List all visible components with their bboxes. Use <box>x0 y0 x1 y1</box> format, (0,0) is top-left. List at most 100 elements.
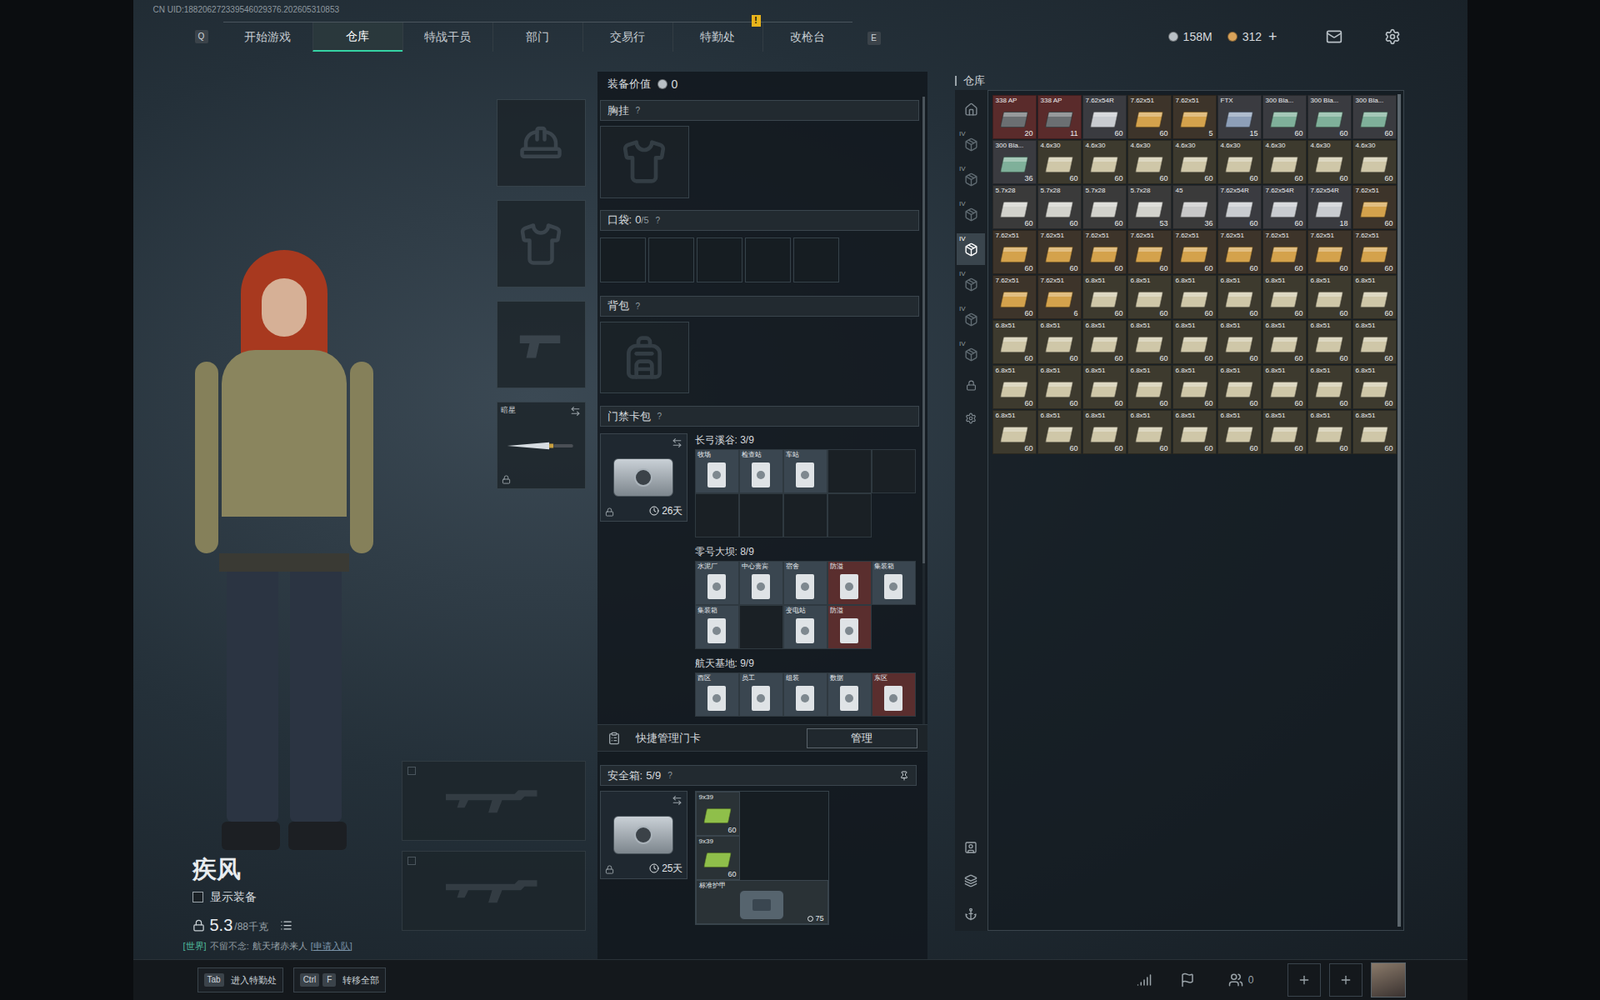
warehouse-item[interactable]: 7.62x5160 <box>1172 230 1217 275</box>
invite-slot[interactable] <box>1287 963 1321 997</box>
warehouse-item[interactable]: 4.6x3060 <box>1217 140 1262 185</box>
warehouse-scrollbar[interactable] <box>1397 94 1401 927</box>
warehouse-item[interactable]: 6.8x5160 <box>1307 365 1352 410</box>
warehouse-item[interactable]: 6.8x5160 <box>1352 320 1397 365</box>
join-team-link[interactable]: [申请入队] <box>310 939 353 954</box>
keycard-slot[interactable]: 数据 <box>827 672 872 717</box>
nav-tab[interactable]: 特战干员 <box>402 22 493 52</box>
warehouse-item[interactable]: 300 Bla...60 <box>1262 95 1307 140</box>
warehouse-item[interactable]: 6.8x5160 <box>1262 320 1307 365</box>
helmet-slot[interactable] <box>496 99 586 187</box>
nav-tab[interactable]: 交易行 <box>582 22 673 52</box>
warehouse-item[interactable]: 300 Bla...60 <box>1307 95 1352 140</box>
warehouse-item[interactable]: 4.6x3060 <box>1352 140 1397 185</box>
show-equipment-checkbox[interactable]: 显示装备 <box>183 888 402 906</box>
weight-details-icon[interactable] <box>280 919 293 932</box>
safe-armor-item[interactable]: 标准护甲75 <box>695 880 829 925</box>
pocket-slot[interactable] <box>696 237 743 283</box>
warehouse-item[interactable]: 6.8x5160 <box>1127 320 1172 365</box>
pistol-slot[interactable] <box>496 300 586 389</box>
melee-slot[interactable]: 暗星 <box>496 401 586 490</box>
stats-icon[interactable] <box>1136 972 1152 988</box>
warehouse-item[interactable]: 5.7x2860 <box>992 185 1037 230</box>
warehouse-item[interactable]: 6.8x5160 <box>1217 410 1262 455</box>
warehouse-item[interactable]: 7.62x54R18 <box>1307 185 1352 230</box>
loadout-scrollbar[interactable] <box>922 96 925 725</box>
warehouse-item[interactable]: 7.62x5160 <box>1127 230 1172 275</box>
warehouse-item[interactable]: 4.6x3060 <box>1127 140 1172 185</box>
warehouse-item[interactable]: 7.62x5160 <box>1127 95 1172 140</box>
pin-icon[interactable] <box>899 770 910 781</box>
pocket-slot[interactable] <box>648 237 695 283</box>
warehouse-tab[interactable] <box>956 93 985 125</box>
warehouse-item[interactable]: 300 Bla...60 <box>1352 95 1397 140</box>
warehouse-tab[interactable]: IV <box>956 233 985 265</box>
warehouse-item[interactable]: 6.8x5160 <box>1127 410 1172 455</box>
safe-ammo-item[interactable]: 9x3960 <box>695 791 740 836</box>
warehouse-item[interactable]: 7.62x54R60 <box>1217 185 1262 230</box>
pocket-slot[interactable] <box>745 237 791 283</box>
swap-icon[interactable] <box>570 405 581 417</box>
warehouse-item[interactable]: 6.8x5160 <box>992 365 1037 410</box>
warehouse-item[interactable]: 6.8x5160 <box>1217 275 1262 320</box>
warehouse-tab[interactable]: IV <box>956 198 985 230</box>
pocket-slot[interactable] <box>793 237 840 283</box>
warehouse-item[interactable]: 7.62x5160 <box>1352 230 1397 275</box>
keycard-slot[interactable] <box>783 493 828 538</box>
warehouse-item[interactable]: 6.8x5160 <box>1307 410 1352 455</box>
keycard-slot[interactable]: 防溢 <box>827 560 872 605</box>
keycard-slot[interactable] <box>827 449 872 494</box>
keycard-slot[interactable]: 组装 <box>783 672 828 717</box>
warehouse-item[interactable]: 5.7x2860 <box>1037 185 1082 230</box>
anchor-icon[interactable] <box>964 907 978 921</box>
safe-ammo-item[interactable]: 9x3960 <box>695 835 740 880</box>
warehouse-item[interactable]: 6.8x5160 <box>1172 275 1217 320</box>
warehouse-item[interactable]: 6.8x5160 <box>1262 410 1307 455</box>
warehouse-item[interactable]: 338 AP20 <box>992 95 1037 140</box>
backpack-slot[interactable] <box>600 321 690 395</box>
key-hint[interactable]: Tab进入特勤处 <box>197 967 284 993</box>
warehouse-item[interactable]: 5.7x2853 <box>1127 185 1172 230</box>
warehouse-item[interactable]: 6.8x5160 <box>1037 365 1082 410</box>
keycard-slot[interactable] <box>827 493 872 538</box>
warehouse-item[interactable]: 7.62x5160 <box>1352 185 1397 230</box>
warehouse-item[interactable]: 338 AP11 <box>1037 95 1082 140</box>
warehouse-item[interactable]: 300 Bla...36 <box>992 140 1037 185</box>
warehouse-item[interactable]: 4536 <box>1172 185 1217 230</box>
warehouse-item[interactable]: 7.62x5160 <box>1082 230 1127 275</box>
checkbox-box[interactable] <box>192 891 204 903</box>
warehouse-item[interactable]: 4.6x3060 <box>1082 140 1127 185</box>
flag-icon[interactable] <box>1180 972 1195 988</box>
keycard-slot[interactable]: 西区 <box>695 672 740 717</box>
warehouse-item[interactable]: 6.8x5160 <box>1037 320 1082 365</box>
keycard-slot[interactable]: 检查站 <box>739 449 784 494</box>
key-hint[interactable]: CtrlF转移全部 <box>293 967 387 993</box>
warehouse-tab[interactable]: IV <box>956 268 985 300</box>
player-avatar[interactable] <box>1370 962 1406 998</box>
warehouse-item[interactable]: 7.62x54R60 <box>1082 95 1127 140</box>
keycard-slot[interactable]: 防溢 <box>827 605 872 650</box>
warehouse-item[interactable]: 6.8x5160 <box>1172 320 1217 365</box>
keycard-slot[interactable]: 集装箱 <box>871 560 916 605</box>
keycard-slot[interactable] <box>739 605 784 650</box>
warehouse-item[interactable]: 6.8x5160 <box>1352 365 1397 410</box>
warehouse-settings-icon[interactable] <box>965 412 977 425</box>
warehouse-item[interactable]: 6.8x5160 <box>1172 410 1217 455</box>
warehouse-item[interactable]: 6.8x5160 <box>1082 320 1127 365</box>
nav-tab[interactable]: 部门 <box>492 22 583 52</box>
warehouse-item[interactable]: 7.62x54R60 <box>1262 185 1307 230</box>
warehouse-item[interactable]: 7.62x5160 <box>1307 230 1352 275</box>
warehouse-item[interactable]: 7.62x5160 <box>992 230 1037 275</box>
operator-storage-icon[interactable] <box>964 840 978 855</box>
warehouse-tab[interactable]: IV <box>956 163 985 195</box>
help-icon[interactable]: ? <box>657 410 663 423</box>
nav-tab[interactable]: 开始游戏 <box>223 22 313 52</box>
warehouse-item[interactable]: 6.8x5160 <box>1262 365 1307 410</box>
weapon-slot[interactable] <box>401 850 586 931</box>
warehouse-item[interactable]: 6.8x5160 <box>1172 365 1217 410</box>
warehouse-item[interactable]: 6.8x5160 <box>1262 275 1307 320</box>
warehouse-item[interactable]: 6.8x5160 <box>1082 365 1127 410</box>
keycard-slot[interactable]: 车站 <box>783 449 828 494</box>
keycard-case[interactable]: 26天 <box>600 433 688 522</box>
settings-gear-icon[interactable] <box>1384 28 1401 45</box>
